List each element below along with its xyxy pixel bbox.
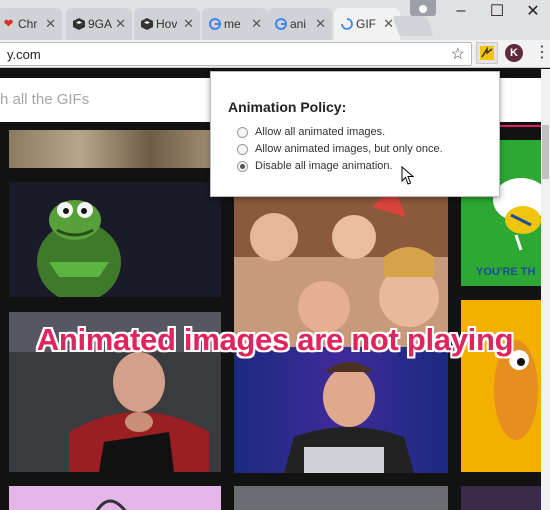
- radio-allow-all[interactable]: [237, 126, 248, 138]
- minimize-button[interactable]: –: [441, 0, 481, 22]
- bookmark-star-icon[interactable]: ☆: [451, 44, 465, 64]
- gif-tile-corden[interactable]: [234, 347, 448, 473]
- option-label: Allow all animated images.: [255, 126, 386, 138]
- tab-1[interactable]: ❤ Chr ✕: [0, 8, 62, 40]
- option-label: Disable all image animation.: [255, 160, 393, 172]
- heart-icon: ❤: [3, 18, 14, 30]
- close-icon[interactable]: ✕: [45, 16, 56, 32]
- overlay-caption: Animated images are not playing: [36, 322, 514, 357]
- close-icon[interactable]: ✕: [115, 16, 126, 32]
- tab-6-active[interactable]: GIF ✕: [334, 8, 400, 40]
- tab-strip: ❤ Chr ✕ 9GA ✕ Hov ✕ me ✕ ani ✕ GIF ✕ – ☐…: [0, 0, 550, 40]
- tab-5[interactable]: ani ✕: [268, 8, 332, 40]
- shield-logo-icon: [140, 17, 153, 30]
- cartoon-image: [95, 499, 127, 510]
- option-disable-all[interactable]: Disable all image animation.: [237, 160, 393, 172]
- browser-window: ❤ Chr ✕ 9GA ✕ Hov ✕ me ✕ ani ✕ GIF ✕ – ☐…: [0, 0, 550, 510]
- scrollbar-thumb[interactable]: [542, 125, 549, 179]
- tab-title: me: [224, 17, 241, 31]
- search-input[interactable]: h all the GIFs: [0, 91, 89, 108]
- tab-4[interactable]: me ✕: [202, 8, 268, 40]
- animation-policy-popup: Animation Policy: Allow all animated ima…: [210, 71, 500, 197]
- popup-title: Animation Policy:: [228, 99, 347, 115]
- close-icon[interactable]: ✕: [183, 16, 194, 32]
- google-icon: [208, 17, 221, 30]
- radio-disable-all[interactable]: [237, 160, 248, 172]
- tab-2[interactable]: 9GA ✕: [66, 8, 132, 40]
- maximize-button[interactable]: ☐: [477, 0, 517, 22]
- url-text[interactable]: y.com: [7, 47, 41, 62]
- new-tab-button[interactable]: [392, 16, 434, 36]
- tile-caption: YOU'RE TH: [476, 266, 536, 278]
- browser-toolbar: y.com ☆ K ⋮: [0, 40, 550, 68]
- shield-logo-icon: [72, 17, 85, 30]
- animation-policy-extension-icon[interactable]: [476, 42, 498, 64]
- gif-tile[interactable]: [9, 486, 221, 510]
- more-menu-icon[interactable]: ⋮: [534, 44, 550, 62]
- option-label: Allow animated images, but only once.: [255, 143, 443, 155]
- gif-tile[interactable]: [234, 486, 448, 510]
- vertical-scrollbar[interactable]: [541, 69, 550, 510]
- profile-icon[interactable]: [410, 0, 436, 16]
- gif-tile[interactable]: [9, 130, 221, 168]
- google-icon: [274, 17, 287, 30]
- tab-3[interactable]: Hov ✕: [134, 8, 200, 40]
- gif-tile-kermit[interactable]: [9, 182, 221, 297]
- radio-allow-once[interactable]: [237, 143, 248, 155]
- gif-tile[interactable]: [461, 486, 543, 510]
- tab-title: ani: [290, 17, 307, 31]
- corden-image: [234, 347, 448, 473]
- kermit-image: [9, 182, 221, 297]
- loading-spinner-icon: [340, 17, 353, 30]
- address-bar[interactable]: y.com ☆: [0, 42, 472, 66]
- close-window-button[interactable]: ✕: [513, 0, 550, 22]
- tab-title: Hov: [156, 17, 178, 31]
- tab-title: Chr: [18, 17, 38, 31]
- option-allow-all[interactable]: Allow all animated images.: [237, 126, 385, 138]
- tab-title: 9GA: [88, 17, 113, 31]
- close-icon[interactable]: ✕: [315, 16, 326, 32]
- cursor-icon: [401, 166, 415, 185]
- close-icon[interactable]: ✕: [251, 16, 262, 32]
- account-avatar[interactable]: K: [505, 44, 523, 62]
- option-allow-once[interactable]: Allow animated images, but only once.: [237, 143, 443, 155]
- tab-title: GIF: [356, 17, 376, 31]
